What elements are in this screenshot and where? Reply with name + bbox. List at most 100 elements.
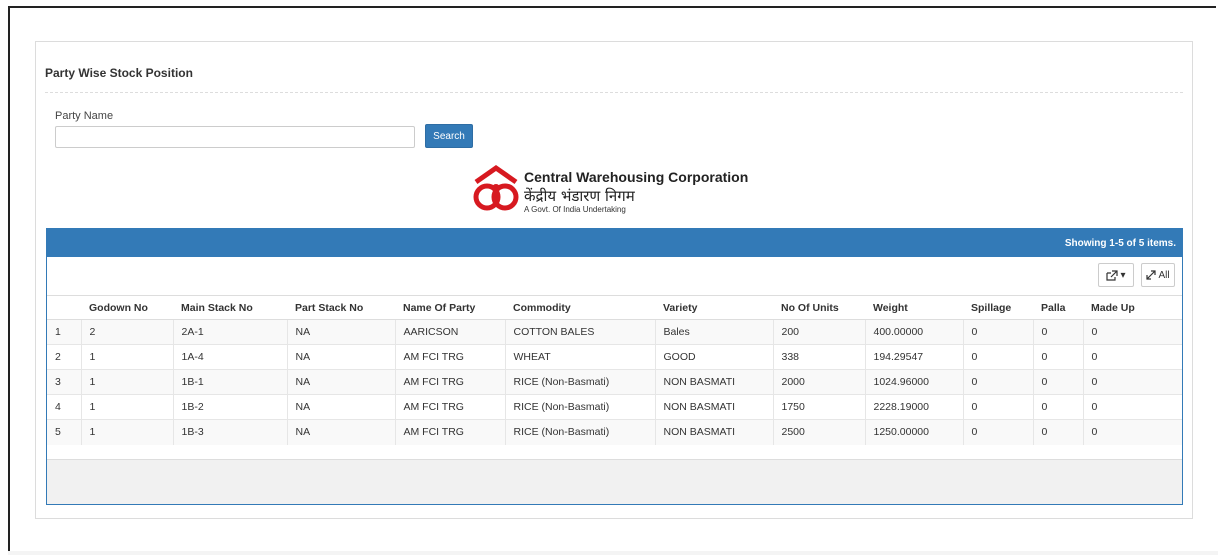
table-row: 3 1 1B-1 NA AM FCI TRG RICE (Non-Basmati…: [47, 369, 1182, 395]
part-stack-cell: NA: [286, 394, 395, 420]
variety-cell: NON BASMATI: [654, 394, 773, 420]
variety-cell: Bales: [654, 319, 773, 345]
godown-no-cell: 1: [80, 394, 173, 420]
party-cell: AM FCI TRG: [394, 344, 505, 370]
units-cell: 200: [772, 319, 865, 345]
commodity-cell: RICE (Non-Basmati): [504, 419, 655, 445]
palla-cell: 0: [1032, 369, 1083, 395]
col-no-of-units[interactable]: No Of Units: [773, 295, 865, 320]
party-cell: AM FCI TRG: [394, 369, 505, 395]
spillage-cell: 0: [962, 369, 1033, 395]
bottom-edge: [8, 551, 1218, 555]
weight-cell: 1024.96000: [864, 369, 963, 395]
grid-header-bar: Showing 1-5 of 5 items.: [47, 229, 1182, 257]
palla-cell: 0: [1032, 394, 1083, 420]
stock-position-panel: Party Wise Stock Position Party Name Sea…: [35, 41, 1193, 519]
part-stack-cell: NA: [286, 419, 395, 445]
commodity-cell: RICE (Non-Basmati): [504, 369, 655, 395]
commodity-cell: WHEAT: [504, 344, 655, 370]
made-up-cell: 0: [1082, 319, 1182, 345]
commodity-cell: RICE (Non-Basmati): [504, 394, 655, 420]
export-caret-icon: ▾: [1120, 269, 1126, 281]
godown-no-cell: 1: [80, 419, 173, 445]
part-stack-cell: NA: [286, 344, 395, 370]
party-name-label: Party Name: [55, 110, 114, 122]
search-button[interactable]: Search: [425, 124, 473, 148]
main-stack-cell: 2A-1: [172, 319, 287, 345]
units-cell: 338: [772, 344, 865, 370]
logo-tagline: A Govt. Of India Undertaking: [524, 205, 626, 214]
export-button[interactable]: ▾: [1098, 263, 1134, 287]
cwc-emblem-icon: [473, 164, 519, 211]
spillage-cell: 0: [962, 319, 1033, 345]
weight-cell: 1250.00000: [864, 419, 963, 445]
col-main-stack-no[interactable]: Main Stack No: [173, 295, 287, 320]
party-cell: AM FCI TRG: [394, 394, 505, 420]
made-up-cell: 0: [1082, 369, 1182, 395]
title-divider: [45, 92, 1183, 93]
commodity-cell: COTTON BALES: [504, 319, 655, 345]
made-up-cell: 0: [1082, 344, 1182, 370]
party-name-input[interactable]: [55, 126, 415, 148]
made-up-cell: 0: [1082, 394, 1182, 420]
main-stack-cell: 1B-3: [172, 419, 287, 445]
row-serial: 4: [47, 394, 81, 420]
godown-no-cell: 1: [80, 369, 173, 395]
godown-no-cell: 2: [80, 319, 173, 345]
export-icon: [1106, 269, 1119, 281]
col-made-up[interactable]: Made Up: [1083, 295, 1182, 320]
grid-footer: [47, 459, 1182, 504]
variety-cell: GOOD: [654, 344, 773, 370]
col-godown-no[interactable]: Godown No: [81, 295, 173, 320]
expand-icon: [1146, 270, 1157, 280]
col-name-of-party[interactable]: Name Of Party: [395, 295, 505, 320]
spillage-cell: 0: [962, 394, 1033, 420]
col-spillage[interactable]: Spillage: [963, 295, 1033, 320]
palla-cell: 0: [1032, 419, 1083, 445]
table-row: 2 1 1A-4 NA AM FCI TRG WHEAT GOOD 338 19…: [47, 344, 1182, 370]
weight-cell: 194.29547: [864, 344, 963, 370]
col-serial: [47, 295, 81, 320]
part-stack-cell: NA: [286, 319, 395, 345]
row-serial: 2: [47, 344, 81, 370]
units-cell: 1750: [772, 394, 865, 420]
logo-english-name: Central Warehousing Corporation: [524, 169, 749, 185]
main-stack-cell: 1B-2: [172, 394, 287, 420]
part-stack-cell: NA: [286, 369, 395, 395]
row-serial: 1: [47, 319, 81, 345]
col-weight[interactable]: Weight: [865, 295, 963, 320]
cwc-logo: Central Warehousing Corporation केंद्रीय…: [472, 164, 772, 216]
page-title: Party Wise Stock Position: [45, 66, 193, 80]
made-up-cell: 0: [1082, 419, 1182, 445]
spillage-cell: 0: [962, 344, 1033, 370]
main-stack-cell: 1B-1: [172, 369, 287, 395]
party-cell: AARICSON: [394, 319, 505, 345]
units-cell: 2500: [772, 419, 865, 445]
show-all-button[interactable]: All: [1141, 263, 1175, 287]
col-palla[interactable]: Palla: [1033, 295, 1083, 320]
grid-summary: Showing 1-5 of 5 items.: [1064, 238, 1176, 249]
palla-cell: 0: [1032, 319, 1083, 345]
variety-cell: NON BASMATI: [654, 369, 773, 395]
table-row: 1 2 2A-1 NA AARICSON COTTON BALES Bales …: [47, 319, 1182, 345]
units-cell: 2000: [772, 369, 865, 395]
table-header-row: Godown No Main Stack No Part Stack No Na…: [47, 295, 1182, 320]
row-serial: 5: [47, 419, 81, 445]
logo-hindi-name: केंद्रीय भंडारण निगम: [524, 187, 635, 205]
party-cell: AM FCI TRG: [394, 419, 505, 445]
stock-table: Godown No Main Stack No Part Stack No Na…: [47, 295, 1182, 445]
main-stack-cell: 1A-4: [172, 344, 287, 370]
table-row: 5 1 1B-3 NA AM FCI TRG RICE (Non-Basmati…: [47, 419, 1182, 445]
col-variety[interactable]: Variety: [655, 295, 773, 320]
row-serial: 3: [47, 369, 81, 395]
show-all-label: All: [1158, 269, 1170, 281]
col-commodity[interactable]: Commodity: [505, 295, 655, 320]
weight-cell: 2228.19000: [864, 394, 963, 420]
variety-cell: NON BASMATI: [654, 419, 773, 445]
spillage-cell: 0: [962, 419, 1033, 445]
stock-grid: Showing 1-5 of 5 items. ▾ All Godown No …: [46, 228, 1183, 505]
col-part-stack-no[interactable]: Part Stack No: [287, 295, 395, 320]
godown-no-cell: 1: [80, 344, 173, 370]
grid-toolbar: ▾ All: [47, 257, 1182, 295]
palla-cell: 0: [1032, 344, 1083, 370]
